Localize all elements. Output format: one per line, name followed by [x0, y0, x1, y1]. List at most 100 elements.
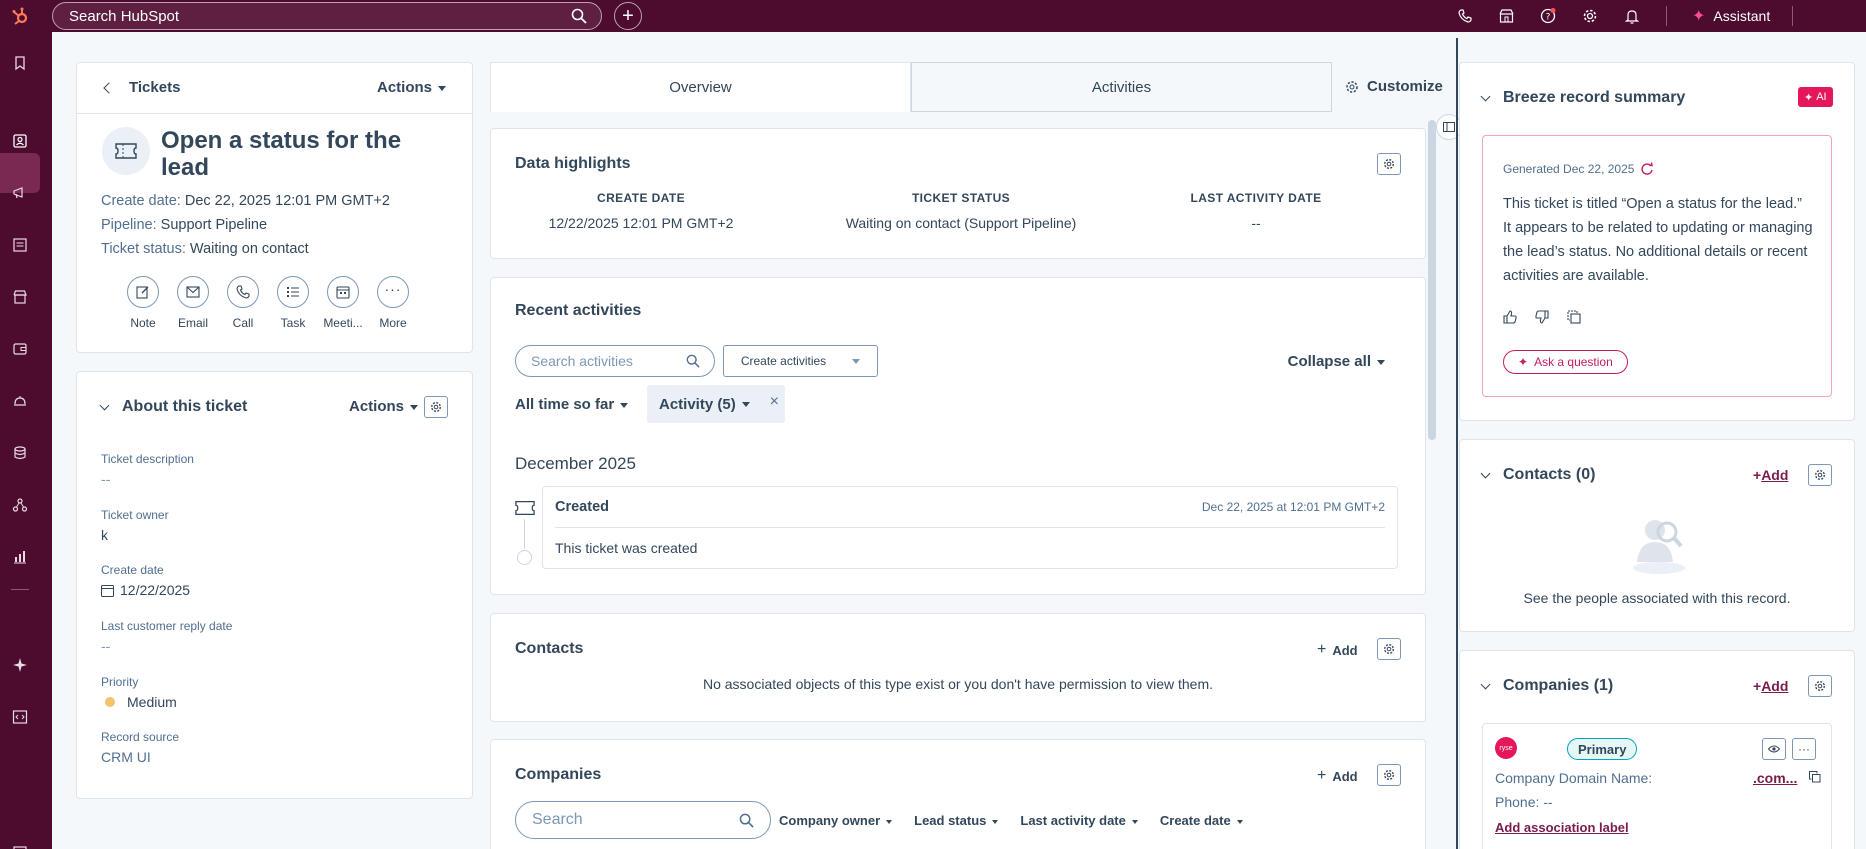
- right-contacts-toggle[interactable]: Contacts (0): [1480, 466, 1595, 484]
- about-settings-button[interactable]: [424, 396, 448, 418]
- field-ticket-description[interactable]: Ticket description --: [101, 452, 441, 508]
- companies-search-placeholder: Search: [532, 811, 583, 828]
- collapse-all-dropdown[interactable]: Collapse all: [1288, 353, 1385, 370]
- search-activities-input[interactable]: Search activities: [515, 345, 715, 377]
- status-value[interactable]: Waiting on contact: [190, 241, 309, 257]
- panel-toggle-icon: [1443, 122, 1455, 132]
- right-companies-toggle[interactable]: Companies (1): [1480, 677, 1613, 695]
- marketing-megaphone-icon[interactable]: [12, 185, 28, 201]
- contacts-settings-button[interactable]: [1377, 638, 1401, 660]
- automation-workflow-icon[interactable]: [12, 497, 28, 513]
- create-new-button[interactable]: +: [614, 2, 642, 30]
- company-preview-card[interactable]: ryse Primary ··· Company Domain Name: .c…: [1482, 723, 1832, 849]
- highlights-settings-button[interactable]: [1377, 153, 1401, 175]
- back-to-tickets-link[interactable]: Tickets: [103, 79, 181, 96]
- domain-value-link[interactable]: .com...: [1753, 770, 1797, 786]
- companies-add-button[interactable]: + Add: [1317, 767, 1358, 785]
- contacts-nav-icon[interactable]: [12, 133, 28, 149]
- email-action-button[interactable]: [177, 276, 209, 308]
- hubspot-logo-icon[interactable]: [0, 0, 40, 32]
- highlights-title: Data highlights: [515, 155, 631, 172]
- record-actions-dropdown[interactable]: Actions: [377, 79, 446, 96]
- more-action-button[interactable]: ···: [377, 276, 409, 308]
- bookmark-icon[interactable]: [12, 55, 28, 71]
- reporting-chart-icon[interactable]: [12, 549, 28, 565]
- middle-scrollbar[interactable]: [1428, 120, 1436, 440]
- copy-icon[interactable]: [1567, 310, 1581, 324]
- back-label: Tickets: [129, 79, 181, 96]
- thumbs-up-icon[interactable]: [1503, 310, 1517, 324]
- help-icon[interactable]: ?: [1540, 8, 1556, 24]
- field-priority[interactable]: Priority Medium: [101, 675, 441, 730]
- note-action-button[interactable]: [127, 276, 159, 308]
- assistant-button[interactable]: ✦ Assistant: [1692, 6, 1770, 26]
- ticket-title[interactable]: Open a status for the lead: [161, 127, 451, 181]
- note-action-label: Note: [130, 316, 156, 330]
- field-label: Ticket description: [101, 452, 194, 466]
- field-create-date[interactable]: Create date 12/22/2025: [101, 563, 441, 619]
- content-icon[interactable]: [12, 237, 28, 253]
- meeting-action-button[interactable]: [327, 276, 359, 308]
- preview-company-button[interactable]: [1762, 738, 1786, 760]
- contacts-add-label: Add: [1332, 642, 1358, 658]
- activity-filter-chip[interactable]: Activity (5) ×: [647, 385, 785, 423]
- expand-sidebar-icon[interactable]: [12, 845, 28, 849]
- field-last-reply-date[interactable]: Last customer reply date --: [101, 619, 441, 675]
- chevron-left-icon: [103, 81, 115, 94]
- right-contacts-add-label: Add: [1761, 467, 1789, 483]
- companies-settings-button[interactable]: [1377, 764, 1401, 786]
- call-action-button[interactable]: [227, 276, 259, 308]
- right-companies-add-label: Add: [1761, 678, 1789, 694]
- payments-wallet-icon[interactable]: [12, 341, 28, 357]
- create-activities-dropdown[interactable]: Create activities: [723, 345, 878, 377]
- filter-company-owner[interactable]: Company owner: [779, 813, 893, 828]
- copy-icon[interactable]: [1809, 771, 1821, 783]
- activity-item-body: This ticket was created: [555, 540, 698, 556]
- add-association-label-link[interactable]: Add association label: [1495, 820, 1629, 835]
- contacts-add-button[interactable]: + Add: [1317, 641, 1358, 659]
- status-row: Ticket status: Waiting on contact: [101, 237, 390, 261]
- breeze-section-toggle[interactable]: Breeze record summary: [1480, 89, 1685, 107]
- filter-lead-status[interactable]: Lead status: [914, 813, 999, 828]
- sparkle-icon: ✦: [1692, 8, 1706, 25]
- tab-activities[interactable]: Activities: [911, 62, 1332, 112]
- right-contacts-add-button[interactable]: +Add: [1753, 467, 1788, 483]
- time-filter-dropdown[interactable]: All time so far: [515, 396, 629, 413]
- marketplace-icon[interactable]: [1498, 8, 1514, 24]
- timeline-checkbox[interactable]: [517, 550, 532, 565]
- filter-last-activity-date[interactable]: Last activity date: [1020, 813, 1138, 828]
- caret-down-icon: [992, 819, 999, 824]
- recent-title: Recent activities: [515, 302, 642, 319]
- developer-code-icon[interactable]: [12, 709, 28, 725]
- notifications-bell-icon[interactable]: [1624, 8, 1640, 24]
- about-actions-dropdown[interactable]: Actions: [349, 398, 419, 415]
- tab-overview[interactable]: Overview: [490, 62, 911, 112]
- company-more-button[interactable]: ···: [1792, 738, 1816, 760]
- about-section-toggle[interactable]: About this ticket: [99, 398, 247, 416]
- regenerate-icon[interactable]: [1640, 162, 1654, 176]
- filter-create-date[interactable]: Create date: [1160, 813, 1243, 828]
- search-icon[interactable]: [571, 8, 587, 24]
- right-companies-add-button[interactable]: +Add: [1753, 678, 1788, 694]
- pipeline-row: Pipeline: Support Pipeline: [101, 213, 390, 237]
- activity-item-card[interactable]: Created Dec 22, 2025 at 12:01 PM GMT+2 T…: [542, 486, 1398, 569]
- right-contacts-settings-button[interactable]: [1808, 464, 1832, 486]
- data-management-database-icon[interactable]: [12, 445, 28, 461]
- empty-state-illustration-icon: [1633, 520, 1685, 574]
- phone-icon[interactable]: [1457, 8, 1473, 24]
- customize-button[interactable]: Customize: [1345, 78, 1443, 95]
- service-bell-icon[interactable]: [12, 393, 28, 409]
- global-search-input[interactable]: Search HubSpot: [52, 2, 602, 30]
- field-record-source[interactable]: Record source CRM UI: [101, 730, 441, 785]
- settings-gear-icon[interactable]: [1582, 8, 1598, 24]
- field-ticket-owner[interactable]: Ticket owner k: [101, 508, 441, 563]
- task-action-button[interactable]: [277, 276, 309, 308]
- thumbs-down-icon[interactable]: [1535, 310, 1549, 324]
- breeze-sparkle-icon[interactable]: [12, 657, 28, 673]
- clear-filter-close-icon[interactable]: ×: [770, 393, 779, 411]
- ask-question-button[interactable]: ✦ Ask a question: [1503, 350, 1628, 374]
- commerce-store-icon[interactable]: [12, 289, 28, 305]
- right-companies-settings-button[interactable]: [1808, 675, 1832, 697]
- companies-search-input[interactable]: Search: [515, 801, 771, 839]
- pipeline-value[interactable]: Support Pipeline: [161, 217, 267, 233]
